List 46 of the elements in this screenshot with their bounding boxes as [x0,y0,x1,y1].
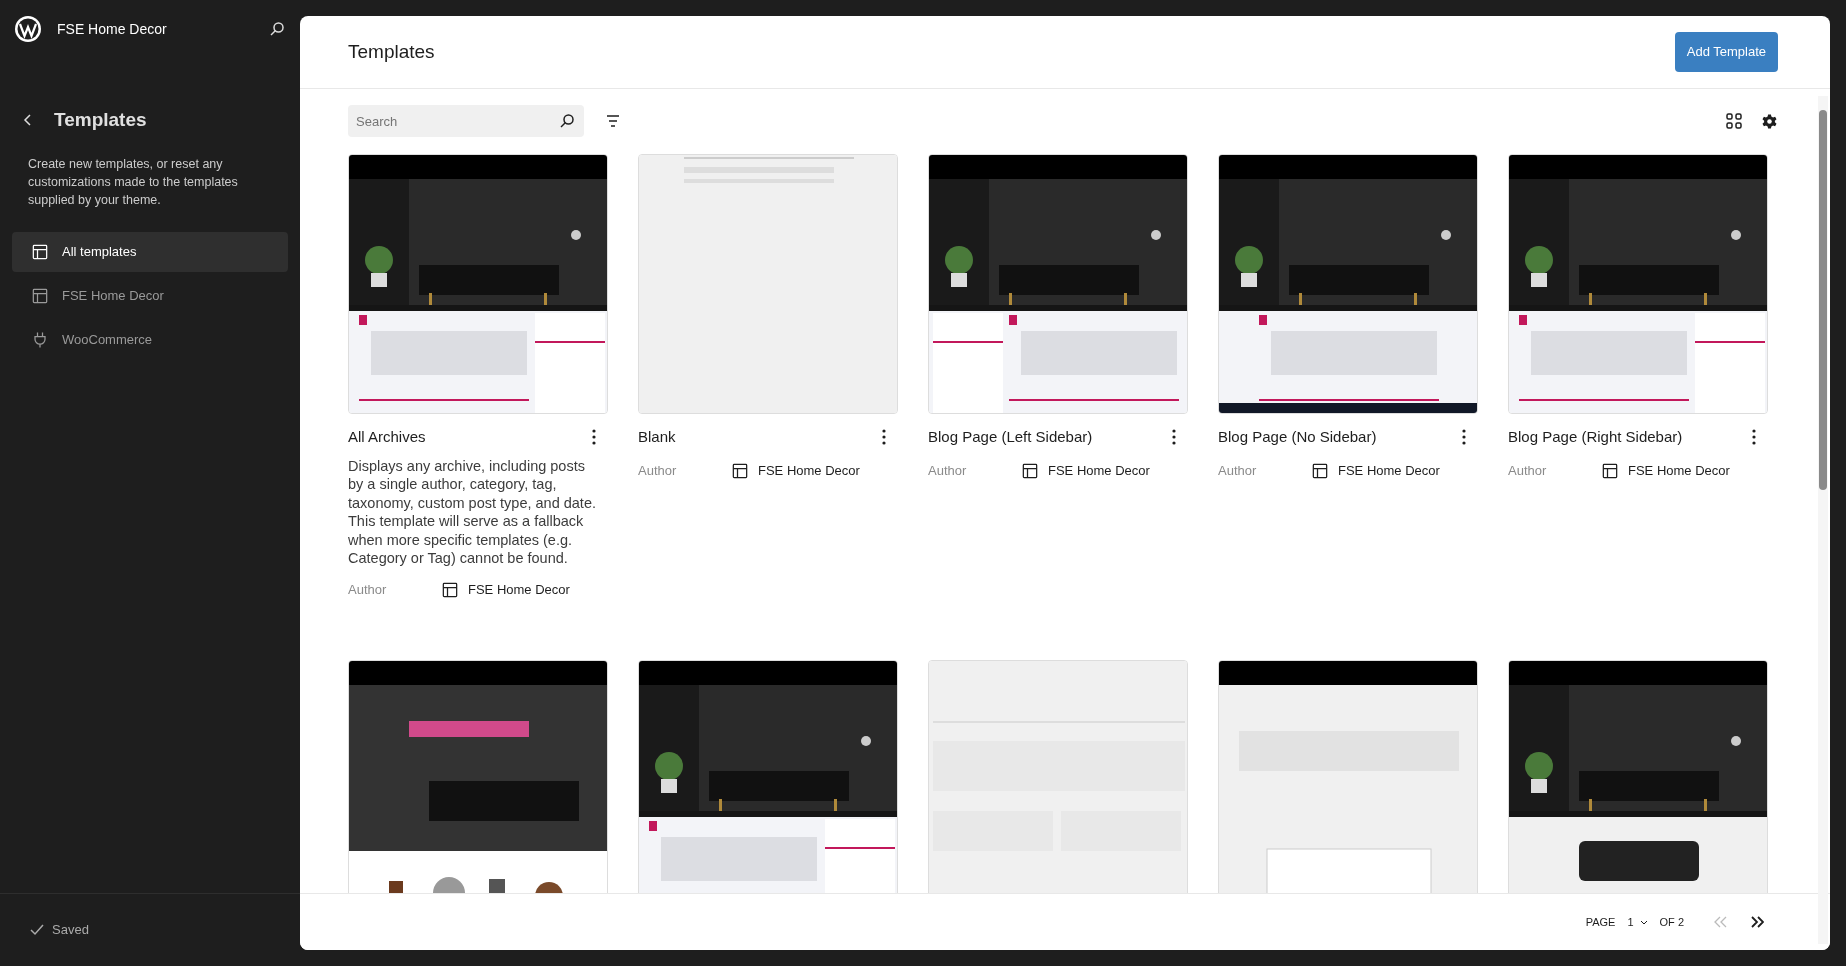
search-icon[interactable] [268,20,286,38]
page-total: OF 2 [1659,914,1684,930]
add-template-button[interactable]: Add Template [1674,32,1778,72]
checkmark-icon [30,924,44,936]
template-description: Displays any archive, including posts by a single author, category, tag, taxonomy, custom post type, and date. This template will serve as a fallback when more specific templates (e.g. Category or Tag) cannot be found. [348,456,597,568]
author-label: Author [638,461,678,480]
author-name: FSE Home Decor [1628,461,1730,480]
author-name: FSE Home Decor [1048,461,1150,480]
author-label: Author [1218,461,1258,480]
more-options-icon[interactable] [882,429,886,446]
author-name: FSE Home Decor [1338,461,1440,480]
template-title[interactable]: Blog Page (Right Sidebar) [1508,426,1683,449]
save-status: Saved [52,921,89,940]
sidebar-item[interactable]: WooCommerce [12,319,288,360]
grid-view-icon[interactable] [1726,113,1742,129]
page-label: PAGE [1585,914,1616,930]
more-options-icon[interactable] [1172,429,1176,446]
template-title[interactable]: Blank [638,426,676,449]
author-label: Author [928,461,968,480]
author-name: FSE Home Decor [758,461,860,480]
wordpress-logo-icon[interactable] [14,15,42,43]
more-options-icon[interactable] [1752,429,1756,446]
author-label: Author [1508,461,1548,480]
sidebar-item[interactable]: FSE Home Decor [12,275,288,316]
author-name: FSE Home Decor [468,580,570,599]
author-label: Author [348,580,388,599]
search-icon[interactable] [558,112,576,130]
more-options-icon[interactable] [1462,429,1466,446]
scrollbar-thumb[interactable] [1819,110,1827,490]
template-title[interactable]: Blog Page (Left Sidebar) [928,426,1093,449]
sidebar-item[interactable]: All templates [12,231,288,272]
sidebar-title: Templates [54,108,147,132]
last-page-icon[interactable] [1750,916,1764,928]
more-options-icon[interactable] [592,429,596,446]
scrollbar[interactable] [1818,96,1828,944]
back-icon[interactable] [22,113,34,128]
settings-icon[interactable] [1761,112,1778,130]
chevron-down-icon [1639,919,1648,925]
search-field[interactable]: Search [348,105,584,137]
page-title: Templates [348,39,435,64]
page-select[interactable]: 1 [1627,913,1648,931]
sidebar-description: Create new templates, or reset any customizations made to the templates supplied by your theme. [27,155,239,209]
filter-icon[interactable] [606,115,620,127]
site-title[interactable]: FSE Home Decor [57,18,167,40]
template-title[interactable]: Blog Page (No Sidebar) [1218,426,1377,449]
template-title[interactable]: All Archives [348,426,426,449]
